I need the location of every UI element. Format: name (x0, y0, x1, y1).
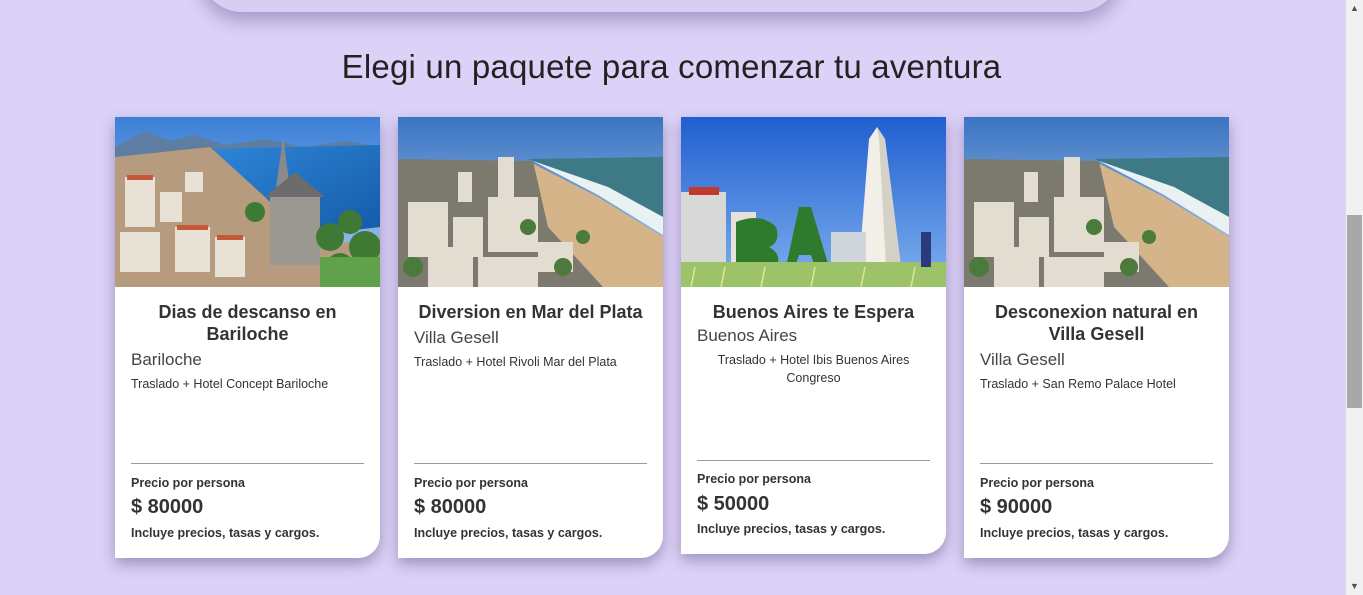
scrollbar-thumb[interactable] (1347, 215, 1362, 408)
card-title: Desconexion natural en Villa Gesell (994, 302, 1199, 344)
card-image-bariloche (115, 117, 380, 287)
price-value: $ 50000 (697, 493, 770, 515)
price-label: Precio por persona (697, 472, 811, 486)
card-description: Traslado + San Remo Palace Hotel (980, 377, 1176, 391)
package-card-buenos-aires[interactable]: Buenos Aires te Espera Buenos Aires Tras… (681, 117, 946, 554)
price-label: Precio por persona (131, 476, 245, 490)
price-note: Incluye precios, tasas y cargos. (980, 526, 1169, 540)
card-image-beach-city (398, 117, 663, 287)
price-label: Precio por persona (980, 476, 1094, 490)
card-description: Traslado + Hotel Ibis Buenos Aires Congr… (717, 353, 910, 385)
card-image-obelisco (681, 117, 946, 287)
card-title: Buenos Aires te Espera (712, 302, 915, 322)
card-city: Buenos Aires (697, 326, 798, 345)
card-divider (131, 463, 364, 464)
package-card-villa-gesell[interactable]: Desconexion natural en Villa Gesell Vill… (964, 117, 1229, 558)
triangle-up-icon[interactable]: ▲ (1346, 0, 1363, 17)
price-value: $ 80000 (414, 496, 487, 518)
card-city: Villa Gesell (414, 328, 499, 347)
card-description: Traslado + Hotel Concept Bariloche (131, 377, 329, 391)
price-label: Precio por persona (414, 476, 528, 490)
card-divider (980, 463, 1213, 464)
price-value: $ 80000 (131, 496, 204, 518)
triangle-down-icon[interactable]: ▼ (1346, 578, 1363, 595)
header-bar-bottom-edge (200, 0, 1120, 12)
section-title: Elegi un paquete para comenzar tu aventu… (341, 48, 1002, 85)
card-divider (697, 460, 930, 461)
price-note: Incluye precios, tasas y cargos. (697, 522, 886, 536)
card-description: Traslado + Hotel Rivoli Mar del Plata (414, 355, 617, 369)
price-value: $ 90000 (980, 496, 1053, 518)
price-note: Incluye precios, tasas y cargos. (131, 526, 320, 540)
card-city: Villa Gesell (980, 350, 1065, 369)
vertical-scrollbar[interactable]: ▲ ▼ (1346, 0, 1363, 595)
card-title: Dias de descanso en Bariloche (158, 302, 337, 344)
price-note: Incluye precios, tasas y cargos. (414, 526, 603, 540)
card-divider (414, 463, 647, 464)
card-title: Diversion en Mar del Plata (418, 302, 643, 322)
package-card-mar-del-plata[interactable]: Diversion en Mar del Plata Villa Gesell … (398, 117, 663, 558)
card-image-beach-city (964, 117, 1229, 287)
card-city: Bariloche (131, 350, 202, 369)
package-card-bariloche[interactable]: Dias de descanso en Bariloche Bariloche … (115, 117, 380, 558)
